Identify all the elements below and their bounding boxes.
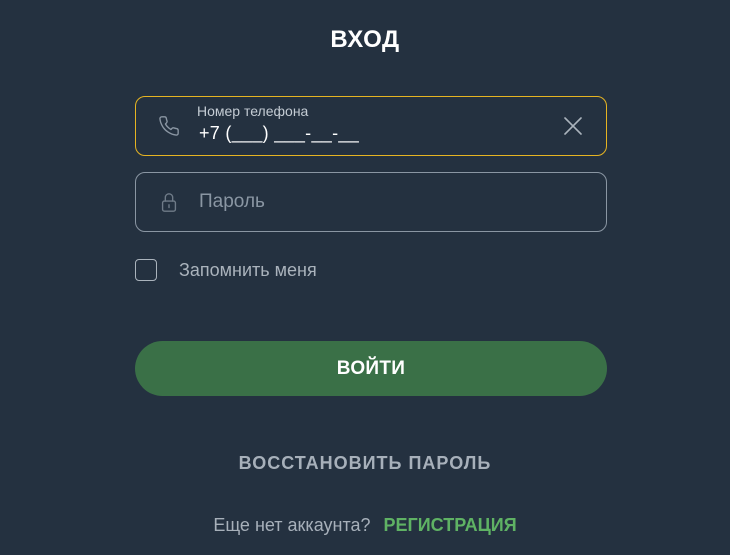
page-title: ВХОД	[330, 26, 400, 53]
close-icon[interactable]	[562, 115, 584, 137]
register-link[interactable]: РЕГИСТРАЦИЯ	[384, 515, 517, 535]
restore-password-link[interactable]: ВОССТАНОВИТЬ ПАРОЛЬ	[0, 453, 730, 474]
remember-me[interactable]: Запомнить меня	[135, 259, 317, 281]
lock-icon	[158, 191, 180, 213]
remember-me-checkbox[interactable]	[135, 259, 157, 281]
login-button[interactable]: ВОЙТИ	[135, 341, 607, 396]
remember-me-label[interactable]: Запомнить меня	[179, 260, 317, 281]
password-field[interactable]: Пароль	[135, 172, 607, 232]
password-input[interactable]: Пароль	[199, 191, 265, 213]
register-question: Еще нет аккаунта?	[213, 515, 371, 535]
phone-input[interactable]: +7 (___) ___-__-__	[199, 123, 359, 144]
phone-field[interactable]: Номер телефона +7 (___) ___-__-__	[135, 96, 607, 156]
phone-field-label: Номер телефона	[197, 103, 309, 119]
register-row: Еще нет аккаунта? РЕГИСТРАЦИЯ	[0, 515, 730, 536]
phone-icon	[158, 115, 180, 137]
